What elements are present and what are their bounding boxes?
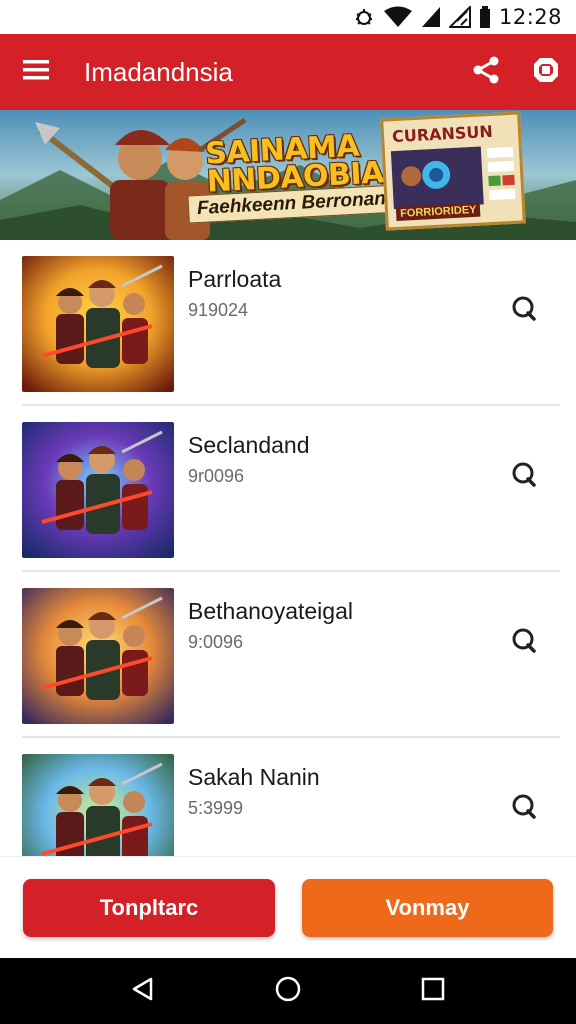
secondary-button[interactable]: Vonmay: [302, 879, 553, 937]
app-title: Imadandnsia: [84, 56, 233, 87]
share-button[interactable]: [456, 34, 516, 110]
battery-icon: [479, 6, 491, 28]
chat-icon: [510, 626, 538, 659]
recents-button[interactable]: [403, 961, 463, 1021]
chat-icon: [510, 792, 538, 825]
list-item-subtitle: 9:0096: [188, 632, 244, 652]
app-bar: Imadandnsia: [0, 34, 576, 110]
list-item-subtitle: 5:3999: [188, 798, 244, 818]
chat-icon: [510, 294, 538, 327]
shield-button[interactable]: [516, 34, 576, 110]
primary-button[interactable]: Tonpltarc: [23, 879, 275, 937]
list-item[interactable]: Seclandand 9r0096: [22, 406, 560, 572]
share-icon: [471, 55, 501, 90]
list-item-subtitle: 919024: [188, 300, 249, 320]
banner-card: CURANSUN FORRIORIDEY: [380, 111, 526, 231]
game-thumbnail[interactable]: [22, 754, 174, 856]
signal-icon-2: [448, 6, 471, 28]
list-item-title: Sakah Nanin: [188, 764, 320, 790]
chat-button[interactable]: [506, 790, 542, 826]
bug-icon: [353, 6, 375, 28]
home-icon: [274, 975, 302, 1008]
list-item-title: Parrloata: [188, 266, 282, 292]
shield-icon: [531, 55, 561, 90]
game-thumbnail[interactable]: [22, 422, 174, 558]
back-button[interactable]: [113, 961, 173, 1021]
list-item[interactable]: Bethanoyateigal 9:0096: [22, 572, 560, 738]
banner-card-footer: FORRIORIDEY: [395, 202, 481, 222]
game-thumbnail[interactable]: [22, 588, 174, 724]
signal-icon: [421, 6, 441, 28]
back-icon: [130, 976, 156, 1007]
list-item[interactable]: Sakah Nanin 5:3999: [22, 738, 560, 856]
wifi-icon: [383, 6, 413, 28]
promo-banner[interactable]: SAINAMA NNDAOBIA Faehkeenn Berronanl CUR…: [0, 110, 576, 240]
game-thumbnail[interactable]: [22, 256, 174, 392]
list-item-subtitle: 9r0096: [188, 466, 245, 486]
bottom-actions: Tonpltarc Vonmay: [0, 856, 576, 958]
status-time: 12:28: [498, 5, 562, 29]
game-list: Parrloata 919024 Seclandand 9r0096 Betha…: [0, 240, 576, 856]
list-item-title: Seclandand: [188, 432, 310, 458]
home-button[interactable]: [258, 961, 318, 1021]
menu-icon: [22, 59, 50, 86]
chat-button[interactable]: [506, 458, 542, 494]
chat-button[interactable]: [506, 292, 542, 328]
chat-button[interactable]: [506, 624, 542, 660]
status-bar: 12:28: [0, 0, 576, 34]
system-nav-bar: [0, 958, 576, 1024]
menu-button[interactable]: [0, 34, 72, 110]
list-item[interactable]: Parrloata 919024: [22, 240, 560, 406]
chat-icon: [510, 460, 538, 493]
list-item-title: Bethanoyateigal: [188, 598, 353, 624]
recents-icon: [420, 976, 446, 1007]
